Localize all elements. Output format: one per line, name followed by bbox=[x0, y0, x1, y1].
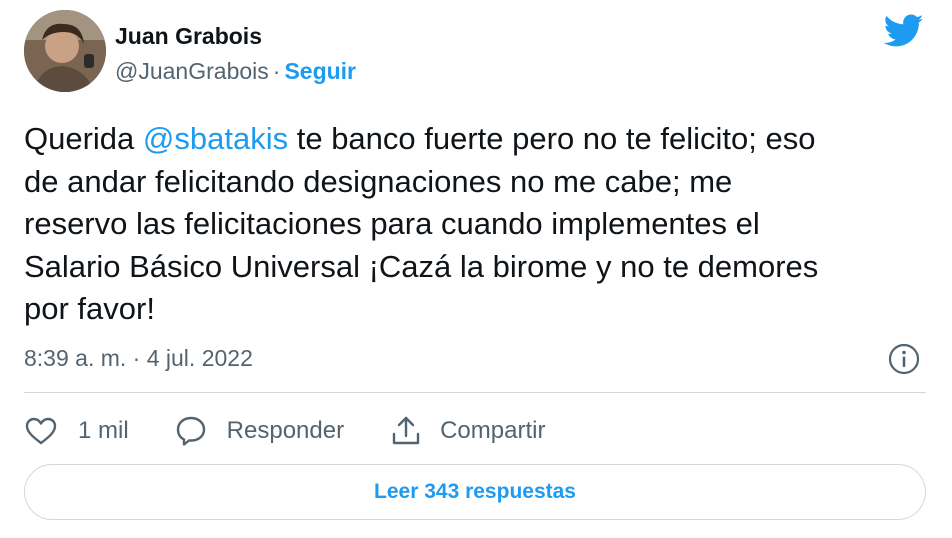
like-count: 1 mil bbox=[78, 417, 129, 444]
author-info: Juan Grabois @JuanGrabois · Seguir bbox=[115, 23, 356, 84]
reply-button[interactable]: Responder bbox=[175, 415, 344, 447]
reply-label: Responder bbox=[226, 417, 345, 444]
handle-separator: · bbox=[272, 58, 281, 84]
share-label: Compartir bbox=[440, 417, 546, 444]
tweet-line: reservo las felicitaciones para cuando i… bbox=[24, 206, 760, 241]
share-icon bbox=[392, 416, 420, 445]
like-button[interactable]: 1 mil bbox=[24, 416, 129, 446]
tweet-actions: 1 mil Responder Compartir bbox=[24, 410, 591, 452]
tweet-text-segment: te banco fuerte pero no te felicito; eso bbox=[288, 121, 816, 156]
author-avatar[interactable] bbox=[24, 10, 106, 92]
tweet-text: Querida @sbatakis te banco fuerte pero n… bbox=[24, 118, 928, 331]
tweet-line: de andar felicitando designaciones no me… bbox=[24, 163, 733, 199]
mention-link[interactable]: @sbatakis bbox=[143, 121, 288, 156]
heart-icon bbox=[25, 417, 57, 445]
follow-button[interactable]: Seguir bbox=[284, 58, 356, 84]
tweet-header: Juan Grabois @JuanGrabois · Seguir bbox=[24, 10, 928, 96]
share-button[interactable]: Compartir bbox=[390, 415, 545, 447]
tweet-line: Querida @sbatakis te banco fuerte pero n… bbox=[24, 118, 928, 161]
speech-bubble-icon bbox=[176, 416, 205, 446]
author-display-name[interactable]: Juan Grabois bbox=[115, 23, 356, 49]
tweet-line: por favor! bbox=[24, 291, 155, 326]
tweet-line: Salario Básico Universal ¡Cazá la birome… bbox=[24, 248, 819, 284]
tweet-timestamp[interactable]: 8:39 a. m. · 4 jul. 2022 bbox=[24, 343, 253, 373]
read-replies-button[interactable]: Leer 343 respuestas bbox=[24, 464, 926, 520]
author-handle[interactable]: @JuanGrabois bbox=[115, 58, 269, 84]
divider bbox=[24, 392, 926, 393]
tweet-text-segment: Querida bbox=[24, 121, 143, 156]
info-icon[interactable] bbox=[887, 342, 921, 376]
twitter-bird-icon[interactable] bbox=[884, 14, 924, 48]
author-handle-row: @JuanGrabois · Seguir bbox=[115, 58, 356, 84]
